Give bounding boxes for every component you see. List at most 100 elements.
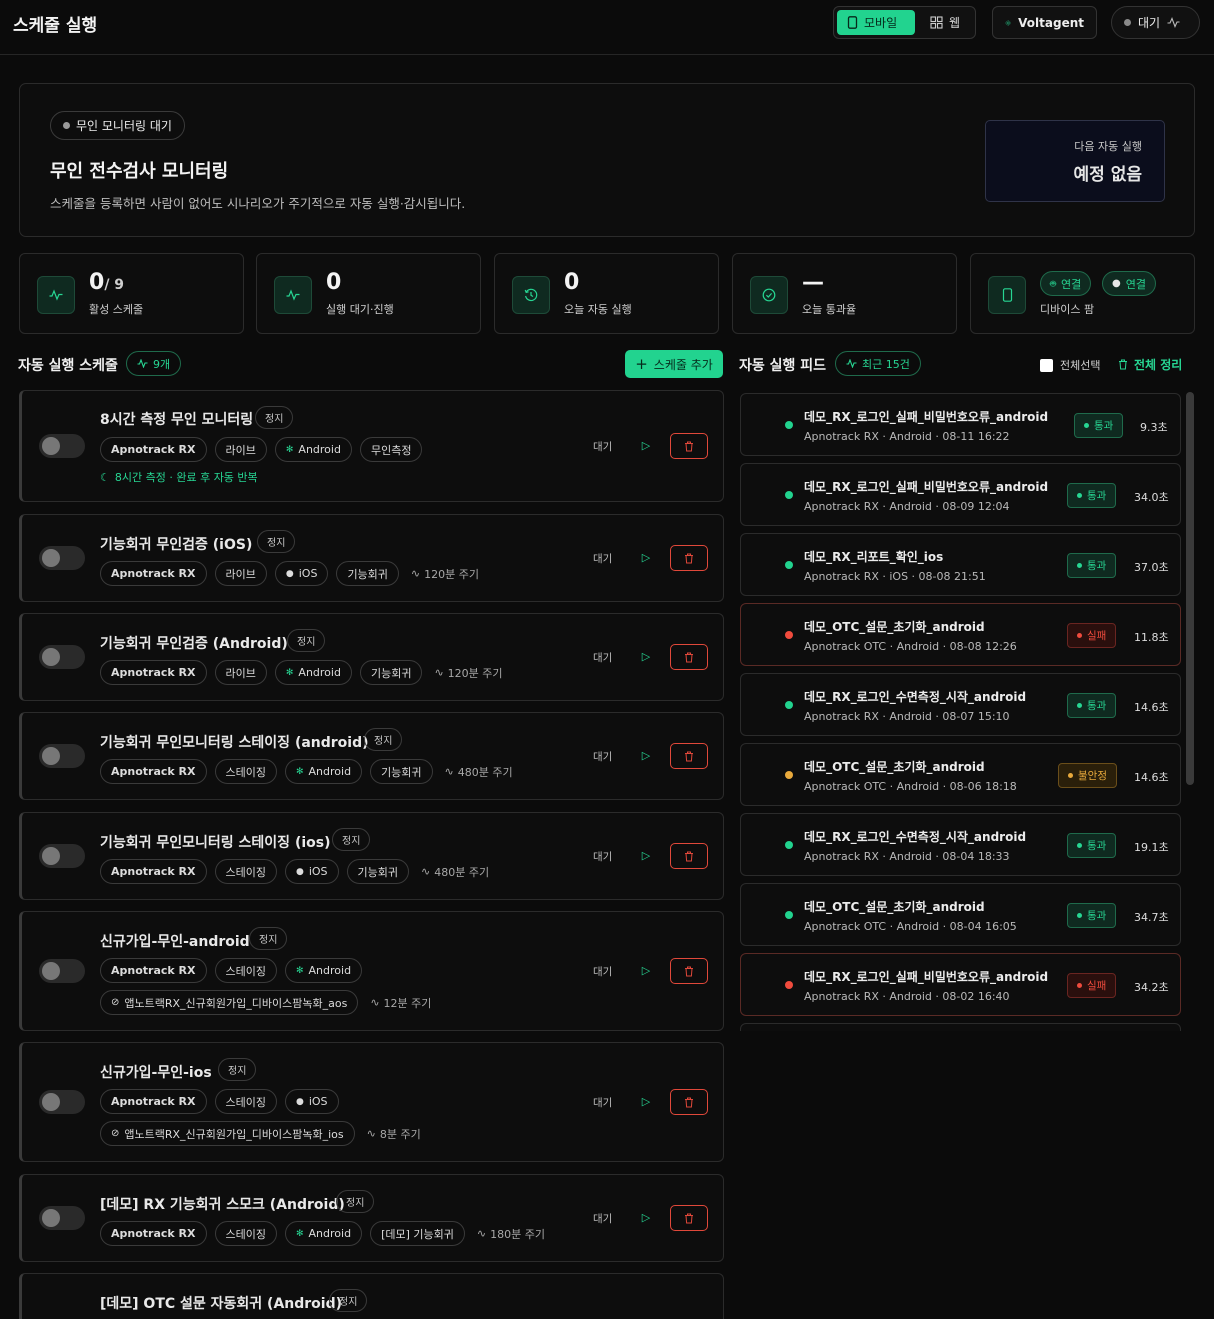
feed-meta: Apnotrack RX · Android · 08-07 15:10 <box>804 710 1010 723</box>
trash-icon <box>685 652 693 662</box>
select-all-checkbox[interactable] <box>1040 358 1053 372</box>
feed-meta: Apnotrack RX · Android · 08-09 12:04 <box>804 500 1010 513</box>
feed-item[interactable] <box>740 1023 1181 1031</box>
duration: 9.3초 <box>1140 421 1168 434</box>
feed-title: 자동 실행 피드 <box>739 358 827 374</box>
result-dot <box>785 981 793 989</box>
feed-item[interactable]: 데모_RX_로그인_수면측정_시작_android Apnotrack RX ·… <box>740 813 1181 876</box>
run-feed: 데모_RX_로그인_실패_비밀번호오류_android Apnotrack RX… <box>740 391 1181 1031</box>
delete-button[interactable] <box>670 1205 708 1231</box>
android-icon: ✻ <box>295 965 304 976</box>
feed-name: 데모_OTC_설문_초기화_android <box>804 620 985 634</box>
activity-icon: ∿ <box>444 765 454 778</box>
env-tag: 스테이징 <box>214 1221 277 1246</box>
schedule-toggle[interactable] <box>39 1206 85 1230</box>
app-tag: Apnotrack RX <box>100 1089 207 1114</box>
feed-meta: Apnotrack OTC · Android · 08-04 16:05 <box>804 920 1017 933</box>
delete-button[interactable] <box>670 1089 708 1115</box>
status-badge: 정지 <box>255 406 294 429</box>
schedule-title: [데모] RX 기능회귀 스모크 (Android) <box>100 1197 345 1213</box>
schedule-toggle[interactable] <box>39 744 85 768</box>
feed-meta: Apnotrack RX · Android · 08-02 16:40 <box>804 990 1010 1003</box>
result-dot <box>785 841 793 849</box>
delete-button[interactable] <box>670 843 708 869</box>
feed-name: 데모_RX_로그인_수면측정_시작_android <box>804 830 1027 844</box>
schedule-card: [데모] RX 기능회귀 스모크 (Android) 정지 Apnotrack … <box>19 1174 724 1262</box>
feed-item[interactable]: 데모_RX_로그인_실패_비밀번호오류_android Apnotrack RX… <box>740 953 1181 1016</box>
web-mode-button[interactable]: 웹 <box>920 10 972 35</box>
env-tag: 라이브 <box>214 561 267 586</box>
feed-item[interactable]: 데모_RX_로그인_실패_비밀번호오류_android Apnotrack RX… <box>740 393 1181 456</box>
feed-item[interactable]: 데모_RX_로그인_수면측정_시작_android Apnotrack RX ·… <box>740 673 1181 736</box>
select-all[interactable]: 전체선택 <box>1040 357 1100 373</box>
schedule-card: 신규가입-무인-android 정지 Apnotrack RX 스테이징 ✻ An… <box>19 911 724 1031</box>
add-schedule-button[interactable]: + 스케줄 추가 <box>625 350 723 378</box>
play-icon[interactable]: ▷ <box>639 964 653 978</box>
next-run-box: 다음 자동 실행 예정 없음 <box>985 120 1165 202</box>
feed-item[interactable]: 데모_OTC_설문_초기화_android Apnotrack OTC · An… <box>740 603 1181 666</box>
env-tag: 스테이징 <box>214 958 277 983</box>
feed-name: 데모_OTC_설문_초기화_android <box>804 760 985 774</box>
schedule-toggle[interactable] <box>39 546 85 570</box>
android-icon: ✻ <box>285 667 294 678</box>
period-info: ∿ 480분 주기 <box>444 765 513 779</box>
duration: 37.0초 <box>1134 561 1169 574</box>
next-run-value: 예정 없음 <box>1073 165 1142 185</box>
platform-tag: ✻ Android <box>284 759 363 784</box>
activity-icon: ∿ <box>410 567 421 580</box>
schedule-card: 기능회귀 무인모니터링 스테이징 (ios) 정지 Apnotrack RX 스… <box>19 812 724 900</box>
result-dot <box>785 491 793 499</box>
voltagent-label: Voltagent <box>1018 15 1084 30</box>
result-dot <box>785 631 793 639</box>
env-tag: 스테이징 <box>214 1089 277 1114</box>
hero-description: 스케줄을 등록하면 사람이 없어도 시나리오가 주기적으로 자동 실행·감시됩니… <box>50 196 466 211</box>
feed-name: 데모_RX_로그인_실패_비밀번호오류_android <box>804 480 1049 494</box>
period-info: ∿ 120분 주기 <box>410 567 479 581</box>
check-circle-icon <box>750 276 788 314</box>
result-badge: 실패 <box>1067 623 1117 648</box>
feed-item[interactable]: 데모_OTC_설문_초기화_android Apnotrack OTC · An… <box>740 743 1181 806</box>
stat-value: — <box>802 270 824 295</box>
activity-icon <box>37 276 75 314</box>
feed-item[interactable]: 데모_RX_리포트_확인_ios Apnotrack RX · iOS · 08… <box>740 533 1181 596</box>
schedule-toggle[interactable] <box>39 844 85 868</box>
schedule-title: 신규가입-무인-android <box>100 934 250 950</box>
web-mode-label: 웹 <box>949 16 961 30</box>
scenario-tag: ⊘ 앱노트랙RX_신규회원가입_디바이스팜녹화_ios <box>100 1121 355 1146</box>
delete-button[interactable] <box>670 433 708 459</box>
delete-button[interactable] <box>670 958 708 984</box>
schedule-toggle[interactable] <box>39 434 85 458</box>
app-tag: Apnotrack RX <box>100 759 207 784</box>
delete-button[interactable] <box>670 743 708 769</box>
voltagent-button[interactable]: Voltagent <box>992 6 1097 39</box>
feed-scrollbar[interactable] <box>1186 392 1194 785</box>
category-tag: [데모] 기능회귀 <box>370 1221 465 1246</box>
play-icon[interactable]: ▷ <box>639 849 653 863</box>
play-icon[interactable]: ▷ <box>639 551 653 565</box>
stat-value: 0 <box>564 270 580 295</box>
mobile-mode-button[interactable]: 모바일 <box>837 10 915 35</box>
play-icon[interactable]: ▷ <box>639 650 653 664</box>
feed-item[interactable]: 데모_OTC_설문_초기화_android Apnotrack OTC · An… <box>740 883 1181 946</box>
activity-icon: ∿ <box>370 996 380 1009</box>
duration: 14.6초 <box>1134 771 1169 784</box>
clear-all-button[interactable]: 전체 정리 <box>1118 356 1182 373</box>
schedule-toggle[interactable] <box>39 959 85 983</box>
play-icon[interactable]: ▷ <box>639 439 653 453</box>
feed-item[interactable]: 데모_RX_로그인_실패_비밀번호오류_android Apnotrack RX… <box>740 463 1181 526</box>
delete-button[interactable] <box>670 644 708 670</box>
schedule-toggle[interactable] <box>39 1090 85 1114</box>
play-icon[interactable]: ▷ <box>639 749 653 763</box>
phone-icon <box>988 276 1026 314</box>
play-icon[interactable]: ▷ <box>639 1095 653 1109</box>
result-badge: 통과 <box>1074 413 1124 438</box>
schedule-toggle[interactable] <box>39 645 85 669</box>
platform-tag: ● iOS <box>284 859 339 884</box>
platform-tag: ✻ Android <box>274 437 352 462</box>
delete-button[interactable] <box>670 545 708 571</box>
play-icon[interactable]: ▷ <box>639 1211 653 1225</box>
trash-icon <box>685 1097 693 1107</box>
status-pill[interactable]: 대기 <box>1111 6 1200 39</box>
stat-label: 오늘 통과율 <box>802 303 857 316</box>
env-tag: 라이브 <box>214 660 267 685</box>
